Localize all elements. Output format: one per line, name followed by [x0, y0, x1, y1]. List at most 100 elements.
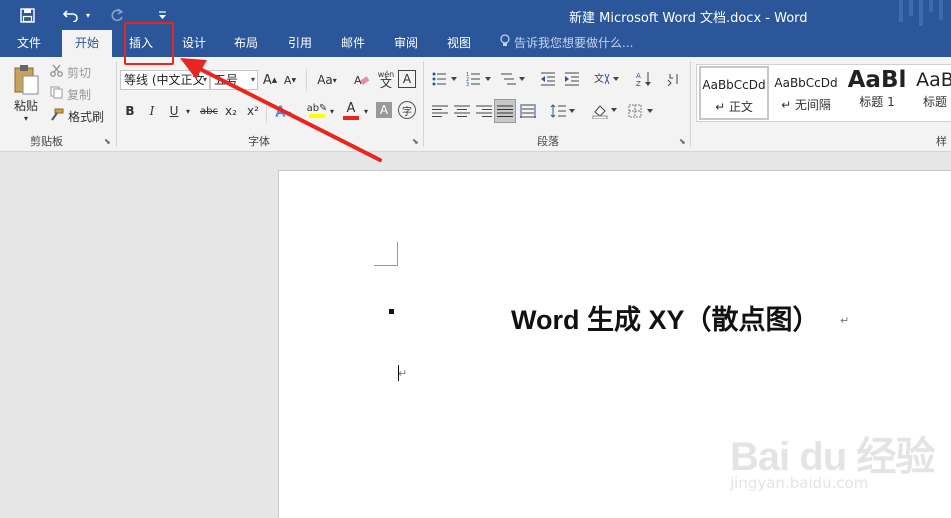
bold-button[interactable]: B [122, 101, 138, 121]
font-size-dropdown-icon: ▾ [250, 75, 255, 84]
phonetic-guide-button[interactable]: wén 文 [376, 68, 396, 90]
borders-icon[interactable] [626, 101, 656, 121]
align-center-icon[interactable] [452, 101, 472, 121]
style-title-name: 标题 [922, 95, 947, 109]
multilevel-list-icon[interactable] [498, 69, 528, 89]
tab-references[interactable]: 引用 [280, 30, 320, 57]
numbering-icon[interactable]: 123 [464, 69, 494, 89]
paragraph-mark: ↵ [840, 314, 850, 327]
decrease-indent-icon[interactable] [538, 69, 558, 89]
shading-icon[interactable] [590, 101, 620, 121]
subscript-button[interactable]: x₂ [223, 101, 239, 121]
copy-label: 复制 [67, 87, 92, 102]
format-painter-label: 格式刷 [68, 109, 105, 124]
clipboard-launcher-icon[interactable]: ⬊ [104, 137, 113, 146]
justify-icon[interactable] [494, 99, 516, 123]
format-painter-button[interactable]: 格式刷 [50, 108, 104, 124]
copy-button[interactable]: 复制 [50, 86, 91, 102]
character-border-button[interactable]: A [398, 70, 416, 88]
shrink-font-button[interactable]: A ▼ [282, 70, 298, 90]
styles-gallery: AaBbCcDd ↵ 正文 AaBbCcDd ↵ 无间隔 AaBl 标题 1 A… [696, 64, 951, 122]
style-title-sample: AaB [916, 69, 951, 91]
copy-icon [50, 86, 63, 102]
style-heading-1[interactable]: AaBl 标题 1 [843, 66, 911, 120]
tab-view[interactable]: 视图 [439, 30, 479, 57]
cut-button[interactable]: 剪切 [50, 64, 91, 80]
align-left-icon[interactable] [430, 101, 450, 121]
font-color-dropdown-icon[interactable]: ▾ [362, 101, 370, 121]
group-divider [423, 61, 424, 147]
undo-dropdown-icon[interactable]: ▾ [83, 4, 93, 26]
clear-format-icon[interactable]: A [352, 70, 372, 90]
font-color-button[interactable]: A [342, 99, 360, 121]
character-border-label: A [402, 72, 412, 86]
align-right-icon[interactable] [474, 101, 494, 121]
font-color-swatch [343, 115, 359, 120]
tab-layout[interactable]: 布局 [226, 30, 266, 57]
cut-label: 剪切 [67, 65, 92, 80]
font-name-combo[interactable]: 等线 (中文正文 ▾ [120, 70, 210, 90]
paste-icon[interactable] [10, 63, 42, 97]
font-size-combo[interactable]: 五号 ▾ [210, 70, 258, 90]
character-shading-button[interactable]: A [376, 102, 392, 118]
paste-button[interactable]: 粘贴 [10, 97, 42, 113]
style-title[interactable]: AaB 标题 [915, 66, 951, 120]
margin-corner-mark [374, 242, 398, 266]
style-no-spacing-sample: AaBbCcDd [774, 76, 838, 90]
font-divider [306, 69, 307, 91]
grow-font-button[interactable]: A ▲ [262, 70, 278, 90]
lightbulb-icon [500, 30, 510, 57]
tell-me-search[interactable]: 告诉我您想要做什么... [500, 30, 633, 57]
sort-icon[interactable]: AZ [634, 69, 654, 89]
highlight-swatch [309, 113, 325, 118]
strikethrough-button[interactable]: abc [198, 101, 220, 121]
superscript-button[interactable]: x² [245, 101, 261, 121]
window-title: 新建 Microsoft Word 文档.docx - Word [569, 11, 808, 26]
style-heading-1-sample: AaBl [847, 67, 907, 93]
underline-dropdown-icon[interactable]: ▾ [184, 101, 192, 121]
enclose-label: 字 [402, 106, 412, 118]
paste-dropdown-icon[interactable]: ▾ [20, 113, 32, 123]
font-name-dropdown-icon: ▾ [202, 75, 207, 84]
svg-text:A: A [636, 72, 641, 80]
chinese-layout-icon[interactable]: 文 [592, 69, 622, 89]
change-case-label: Aa [317, 73, 333, 87]
font-launcher-icon[interactable]: ⬊ [412, 137, 421, 146]
baidu-watermark: Bai du 经验 jingyan.baidu.com [730, 418, 935, 498]
style-no-spacing[interactable]: AaBbCcDd ↵ 无间隔 [771, 66, 841, 120]
document-title-text[interactable]: Word 生成 XY（散点图） [511, 298, 820, 337]
increase-indent-icon[interactable] [562, 69, 582, 89]
change-case-button[interactable]: Aa ▾ [312, 70, 342, 90]
save-icon[interactable] [16, 4, 38, 26]
paragraph-launcher-icon[interactable]: ⬊ [679, 137, 688, 146]
text-effects-icon[interactable]: A ▾ [272, 101, 296, 121]
italic-button[interactable]: I [144, 101, 160, 121]
style-no-spacing-name: ↵ 无间隔 [781, 98, 831, 112]
tell-me-placeholder: 告诉我您想要做什么... [514, 36, 634, 50]
undo-icon[interactable] [60, 4, 82, 26]
tab-home[interactable]: 开始 [62, 30, 112, 57]
show-marks-icon[interactable] [664, 69, 682, 89]
style-normal[interactable]: AaBbCcDd ↵ 正文 [699, 66, 769, 120]
style-normal-sample: AaBbCcDd [702, 78, 766, 92]
svg-text:A: A [276, 105, 285, 119]
font-name-value: 等线 (中文正文 [124, 73, 205, 87]
grow-font-icon: A [262, 72, 272, 88]
tab-file[interactable]: 文件 [8, 30, 50, 57]
paintbrush-icon [50, 108, 64, 124]
scissors-icon [50, 64, 63, 80]
tab-review[interactable]: 审阅 [386, 30, 426, 57]
svg-text:文: 文 [594, 72, 604, 85]
svg-text:Z: Z [636, 80, 641, 87]
distributed-icon[interactable] [518, 101, 538, 121]
line-spacing-icon[interactable] [548, 101, 578, 121]
highlight-color-button[interactable]: ab✎ [306, 99, 328, 121]
enclose-characters-button[interactable]: 字 [398, 101, 416, 119]
highlight-dropdown-icon[interactable]: ▾ [328, 101, 336, 121]
underline-button[interactable]: U [166, 101, 182, 121]
watermark-url: jingyan.baidu.com [730, 474, 869, 492]
tab-mailings[interactable]: 邮件 [333, 30, 373, 57]
bullets-icon[interactable] [430, 69, 460, 89]
font-size-value: 五号 [214, 73, 239, 87]
tab-design[interactable]: 设计 [174, 30, 214, 57]
